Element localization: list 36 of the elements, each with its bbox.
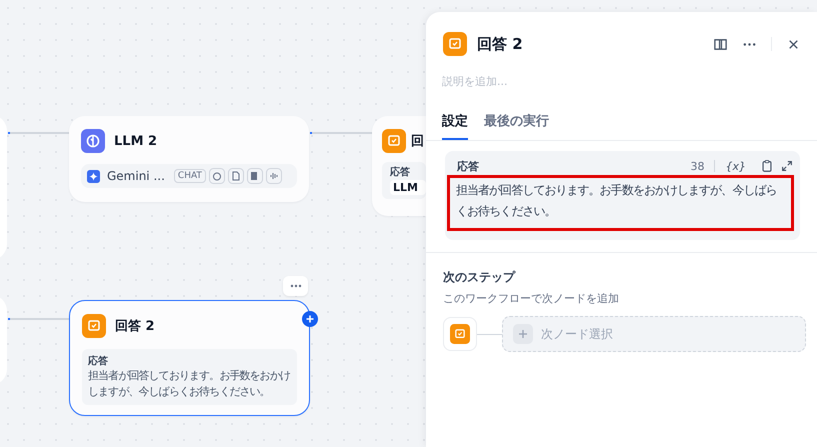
expand-icon[interactable]: [780, 159, 794, 173]
node-title: LLM 2: [114, 134, 158, 148]
field-label: 応答: [457, 158, 479, 174]
section-subtitle: このワークフローで次ノードを追加: [443, 291, 620, 306]
book-icon[interactable]: [713, 36, 728, 52]
more-icon: [290, 284, 302, 288]
model-name: Gemini ...: [107, 169, 165, 183]
field-label: 応答: [390, 165, 411, 179]
plus-icon: [513, 324, 533, 344]
panel-title: 回答 2: [477, 34, 523, 54]
node-title: 回: [411, 133, 424, 150]
mode-tag: CHAT: [174, 169, 206, 183]
chat-icon: [443, 32, 467, 56]
chat-icon: [450, 324, 470, 344]
response-field[interactable]: 担当者が回答しております。お手数をおかけしますが、今しばらくお待ちください。: [447, 175, 794, 231]
section-title: 次のステップ: [443, 269, 516, 286]
chat-icon: [82, 314, 106, 338]
llm-node[interactable]: LLM 2 Gemini ... CHAT: [69, 116, 309, 202]
tab[interactable]: 最後の実行: [484, 106, 549, 140]
chat-icon: [382, 129, 406, 153]
sparkle-icon: [87, 170, 100, 182]
more-button[interactable]: [283, 276, 308, 296]
field-label: 応答: [88, 354, 109, 368]
variable-tag: LLM: [390, 180, 426, 195]
document-icon: [228, 168, 244, 184]
node-title: 回答 2: [115, 318, 155, 335]
variable-button[interactable]: {x}: [725, 160, 746, 172]
add-icon[interactable]: [302, 311, 318, 327]
character-count: 38: [690, 160, 704, 172]
answer-node[interactable]: 回 応答 LLM: [372, 116, 426, 216]
tab[interactable]: 設定: [442, 106, 468, 140]
answer-node[interactable]: 回答 2 応答 担当者が回答しております。お手数をおかけしますが、今しばらくお待ちください。: [69, 300, 310, 416]
response-text: 担当者が回答しております。お手数をおかけしますが、今しばらくお待ちください。: [88, 368, 291, 400]
model-selector[interactable]: Gemini ... CHAT: [81, 164, 297, 188]
audio-icon: [266, 168, 282, 184]
clipboard-icon[interactable]: [760, 159, 774, 173]
